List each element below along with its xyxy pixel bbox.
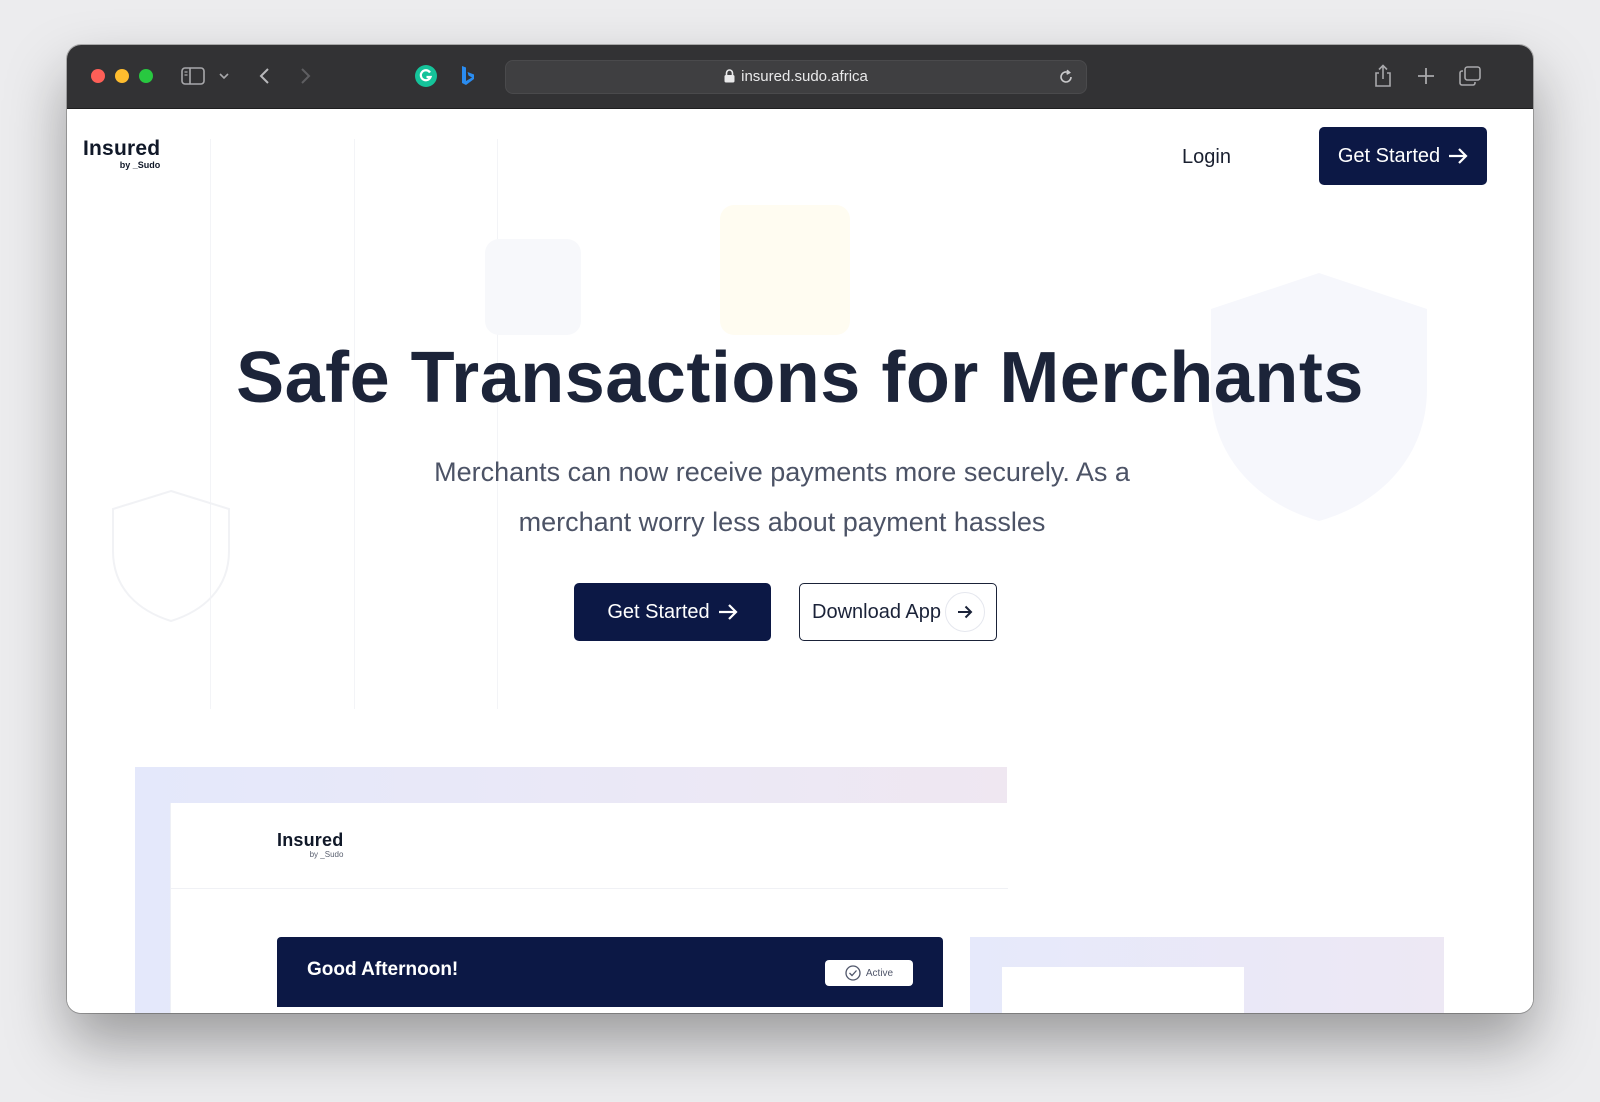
login-link[interactable]: Login	[1182, 139, 1231, 175]
preview-logo-wordmark: Insured	[277, 830, 344, 850]
preview-logo-byline: by _Sudo	[309, 850, 344, 859]
lock-icon	[724, 63, 735, 95]
address-bar[interactable]: insured.sudo.africa	[505, 60, 1087, 94]
download-app-label: Download App	[812, 600, 941, 623]
check-circle-icon	[845, 965, 861, 981]
minimize-window-button[interactable]	[115, 69, 129, 83]
browser-window: insured.sudo.africa Insured by _Sudo Log…	[67, 45, 1533, 1013]
back-arrow-icon[interactable]	[253, 63, 275, 89]
hero-get-started-label: Get Started	[607, 600, 710, 623]
sidebar-toggle-icon[interactable]	[179, 63, 207, 89]
url-text: insured.sudo.africa	[741, 68, 868, 85]
background-gridline	[354, 139, 355, 709]
zoom-window-button[interactable]	[139, 69, 153, 83]
preview-divider	[171, 888, 1008, 889]
nav-get-started-label: Get Started	[1337, 144, 1441, 167]
decorative-square	[720, 205, 850, 335]
preview-side-card-content	[1002, 967, 1244, 1013]
hero-get-started-button[interactable]: Get Started	[574, 583, 771, 641]
logo-byline: by _Sudo	[119, 160, 161, 170]
chevron-down-icon[interactable]	[217, 63, 231, 89]
insured-logo[interactable]: Insured by _Sudo	[83, 137, 161, 171]
background-gridline	[497, 139, 498, 709]
forward-arrow-icon[interactable]	[295, 63, 317, 89]
browser-titlebar: insured.sudo.africa	[67, 45, 1533, 109]
hero-title: Safe Transactions for Merchants	[236, 338, 1364, 418]
decorative-square	[485, 239, 581, 335]
preview-insured-logo: Insured by _Sudo	[277, 831, 343, 860]
web-page: Insured by _Sudo Login Get Started Safe …	[67, 109, 1533, 1013]
shield-icon	[111, 489, 231, 628]
reload-icon[interactable]	[1058, 69, 1074, 90]
logo-wordmark: Insured	[83, 137, 161, 160]
arrow-right-icon	[944, 592, 985, 632]
hero-subtitle: Merchants can now receive payments more …	[434, 457, 1130, 537]
status-badge: Active	[825, 960, 913, 986]
greeting-card: Good Afternoon! Active	[277, 937, 943, 1007]
status-badge-label: Active	[865, 967, 894, 979]
tab-overview-icon[interactable]	[1457, 63, 1483, 89]
arrow-right-icon	[718, 603, 738, 621]
close-window-button[interactable]	[91, 69, 105, 83]
share-icon[interactable]	[1371, 63, 1395, 89]
greeting-text: Good Afternoon!	[307, 959, 459, 980]
bing-extension-icon[interactable]	[457, 63, 479, 89]
grammarly-extension-icon[interactable]	[413, 63, 439, 89]
arrow-right-icon	[1448, 147, 1468, 165]
new-tab-plus-icon[interactable]	[1414, 63, 1438, 89]
download-app-button[interactable]: Download App	[799, 583, 997, 641]
nav-get-started-button[interactable]: Get Started	[1319, 127, 1487, 185]
preview-side-card	[970, 937, 1444, 1013]
